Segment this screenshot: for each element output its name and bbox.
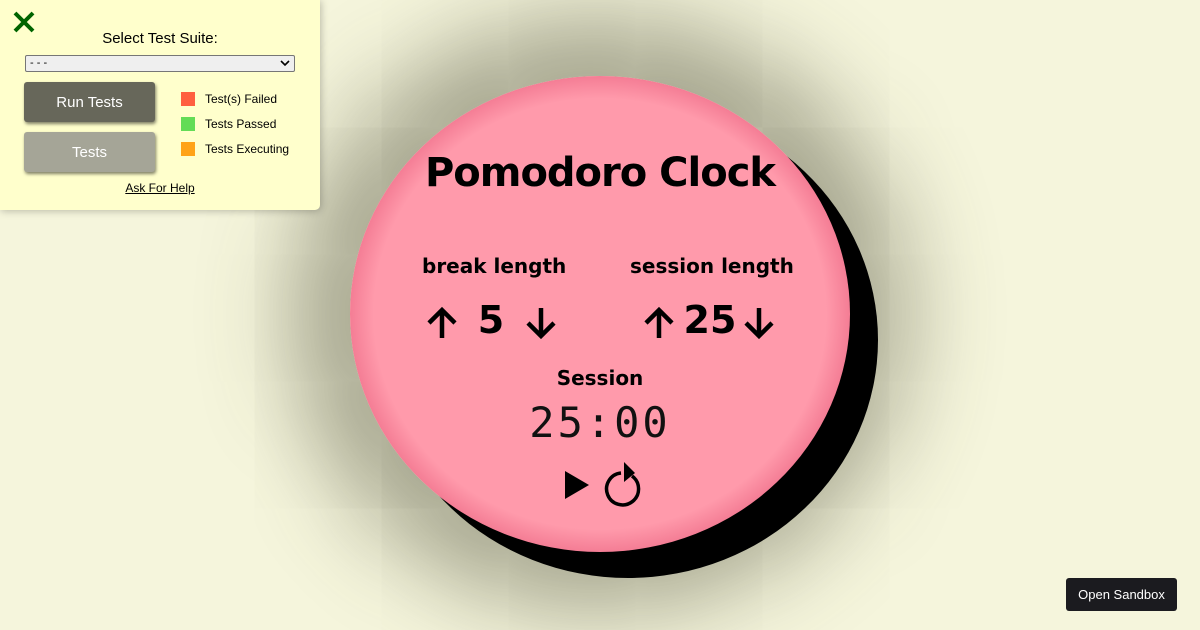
legend-executing-label: Tests Executing: [205, 142, 290, 156]
failed-swatch: [181, 92, 195, 106]
test-suite-panel: Select Test Suite: - - - Run Tests Tests…: [0, 0, 320, 210]
refresh-icon: [604, 462, 641, 507]
legend-passed-label: Tests Passed: [205, 117, 277, 131]
arrow-up-icon: [427, 306, 457, 338]
legend-passed: Tests Passed: [181, 117, 276, 131]
run-tests-button[interactable]: Run Tests: [24, 82, 155, 122]
session-length-value: 25: [683, 298, 737, 342]
break-decrement-button[interactable]: [523, 304, 559, 344]
timer-label: Session: [556, 366, 644, 390]
reset-button[interactable]: [602, 462, 646, 513]
session-length-label: session length: [630, 254, 794, 278]
session-decrement-button[interactable]: [741, 304, 777, 344]
open-sandbox-button[interactable]: Open Sandbox: [1066, 578, 1177, 611]
time-left-display: 25:00: [529, 398, 671, 447]
tests-button[interactable]: Tests: [24, 132, 155, 172]
session-increment-button[interactable]: [641, 304, 677, 344]
arrow-down-icon: [744, 308, 774, 340]
legend-failed-label: Test(s) Failed: [205, 92, 278, 106]
test-suite-select[interactable]: - - -: [25, 55, 295, 72]
break-length-value: 5: [477, 298, 505, 342]
test-suite-selected-value: - - -: [30, 57, 48, 69]
test-suite-label: Select Test Suite:: [102, 30, 218, 47]
chevron-down-icon: [280, 60, 290, 67]
break-length-label: break length: [422, 254, 567, 278]
play-icon: [565, 471, 589, 499]
arrow-down-icon: [526, 308, 556, 340]
start-stop-button[interactable]: [562, 462, 592, 513]
legend-failed: Test(s) Failed: [181, 92, 277, 106]
executing-swatch: [181, 142, 195, 156]
break-increment-button[interactable]: [424, 304, 460, 344]
passed-swatch: [181, 117, 195, 131]
arrow-up-icon: [644, 306, 674, 338]
legend-executing: Tests Executing: [181, 142, 289, 156]
ask-for-help-link[interactable]: Ask For Help: [0, 181, 320, 195]
